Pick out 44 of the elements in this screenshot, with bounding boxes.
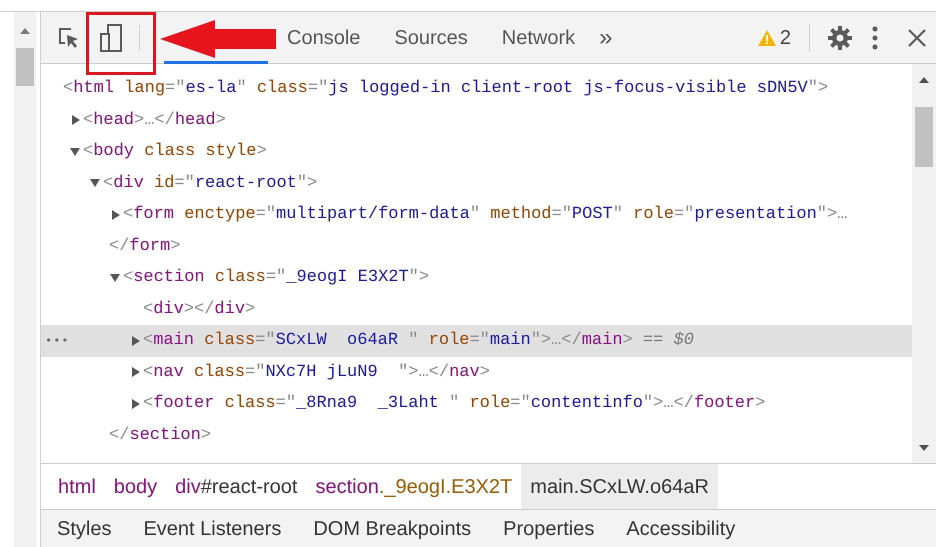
close-icon[interactable] [908,28,926,46]
devtools-tab[interactable]: Network [488,12,590,64]
breadcrumb[interactable]: main.SCxLW.o64aR [521,464,718,509]
scroll-thumb[interactable] [915,107,933,167]
sidebar-tab[interactable]: DOM Breakpoints [313,514,472,544]
breadcrumb[interactable]: div#react-root [166,464,306,509]
row-gutter: ••• [45,332,70,350]
code-line: <body class style> [83,141,267,163]
sidebar-tab[interactable]: Accessibility [626,514,736,544]
code-scrollbar[interactable] [912,64,936,463]
scroll-up-icon[interactable] [20,28,30,34]
code-line: <div></div> [143,298,256,320]
expanded-arrow-icon[interactable] [69,146,83,157]
expanded-arrow-icon[interactable] [109,272,123,283]
breadcrumb[interactable]: html [49,464,105,509]
devtools-tab[interactable]: Sources [380,12,482,64]
code-line: <head>…</head> [83,110,226,132]
code-line: <html lang="es-la" class="js logged-in client-root js-focus-visible sDN5V"> [63,78,828,100]
code-line: <section class="_9eogI E3X2T"> [123,267,430,289]
code-line: </section> [109,424,212,446]
scroll-thumb[interactable] [16,48,34,86]
code-line: <form enctype="multipart/form-data" method="POST" role="presentation">… [123,204,848,226]
code-line: <footer class="_8Rna9 _3Laht " role="contentinfo">…</footer> [143,393,766,415]
more-tabs-button[interactable]: » [599,20,612,56]
devtools-tab[interactable]: Console [273,12,374,64]
device-toolbar-icon[interactable] [99,24,123,52]
expanded-arrow-icon[interactable] [89,178,103,188]
warning-icon [758,30,776,46]
code-line: </form> [109,236,180,258]
code-line: <nav class="NXc7H jLuN9 ">…</nav> [143,362,490,384]
breadcrumb[interactable]: section._9eogI.E3X2T [306,464,522,509]
highlight-frame [86,12,156,75]
sidebar-tab[interactable]: Styles [57,514,112,544]
warnings-button[interactable]: 2 [758,22,791,52]
scroll-up-icon[interactable] [919,77,929,83]
selected-row[interactable]: ••• <main class="SCxLW o64aR " role="main">…</main> == $0 [41,325,912,356]
scroll-down-icon[interactable] [919,445,929,451]
sidebar-tab[interactable]: Event Listeners [143,514,282,544]
sidebar-tab[interactable]: Properties [503,514,594,544]
page-scrollbar[interactable] [14,12,36,547]
code-line: <main class="SCxLW o64aR " role="main">…</main> == $0 [143,330,694,352]
code-line: <div id="react-root"> [103,172,318,194]
more-options-icon[interactable] [872,26,878,50]
breadcrumb[interactable]: body [104,464,166,509]
